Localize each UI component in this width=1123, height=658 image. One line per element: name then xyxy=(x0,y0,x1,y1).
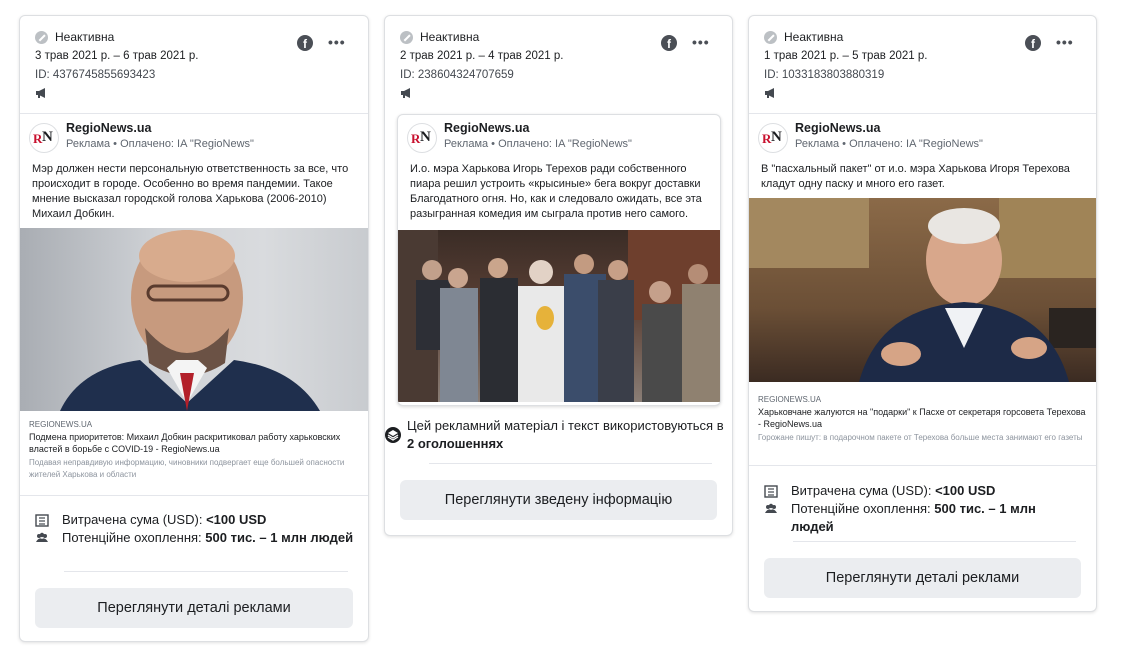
ad-id: ID: 238604324707659 xyxy=(400,69,514,81)
link-preview[interactable]: REGIONEWS.UA Подмена приоритетов: Михаил… xyxy=(20,420,368,481)
view-ad-details-button[interactable]: Переглянути деталі реклами xyxy=(764,558,1081,598)
ad-creative: RN RegioNews.ua Реклама • Оплачено: IA "… xyxy=(397,114,721,406)
page-name[interactable]: RegioNews.ua xyxy=(795,121,880,135)
ad-creative: RN RegioNews.ua Реклама • Оплачено: IA "… xyxy=(20,115,368,495)
reach-label: Потенційне охоплення: xyxy=(62,530,206,545)
layers-icon xyxy=(385,427,401,443)
ad-card-1: Неактивна 3 трав 2021 р. – 6 трав 2021 р… xyxy=(19,15,369,642)
link-title: Харьковчане жалуются на "подарки" к Пасх… xyxy=(758,407,1086,429)
ad-id: ID: 4376745855693423 xyxy=(35,69,156,81)
link-preview[interactable]: REGIONEWS.UA Харьковчане жалуются на "по… xyxy=(749,395,1096,444)
link-domain: REGIONEWS.UA xyxy=(758,395,822,404)
money-icon xyxy=(764,485,778,498)
megaphone-icon xyxy=(35,86,353,100)
more-icon[interactable]: ••• xyxy=(692,34,710,50)
spend-label: Витрачена сума (USD): xyxy=(62,512,207,527)
status-label: Неактивна xyxy=(420,30,480,44)
inactive-icon xyxy=(764,30,777,44)
page-name[interactable]: RegioNews.ua xyxy=(66,121,151,135)
ad-image[interactable] xyxy=(749,198,1096,382)
status-label: Неактивна xyxy=(55,30,115,44)
page-avatar[interactable]: RN xyxy=(407,123,437,153)
link-title: Подмена приоритетов: Михаил Добкин раскр… xyxy=(29,432,341,454)
reach-label: Потенційне охоплення: xyxy=(791,501,935,516)
reuse-text: Цей рекламний матеріал і текст використо… xyxy=(407,418,724,433)
spend-label: Витрачена сума (USD): xyxy=(791,483,936,498)
ad-body-text: В "пасхальный пакет" от и.о. мэра Харько… xyxy=(761,163,1070,190)
ad-card-2: Неактивна 2 трав 2021 р. – 4 трав 2021 р… xyxy=(384,15,733,536)
sponsored-label: Реклама • Оплачено: IA "RegioNews" xyxy=(444,138,632,150)
ad-body-text: И.о. мэра Харькова Игорь Терехов ради со… xyxy=(410,163,702,220)
sponsored-label: Реклама • Оплачено: IA "RegioNews" xyxy=(795,138,983,150)
spend-value: <100 USD xyxy=(935,483,996,498)
link-description: Подавая неправдивую информацию, чиновник… xyxy=(29,458,345,479)
page-name[interactable]: RegioNews.ua xyxy=(444,121,529,135)
ad-stats: Витрачена сума (USD): <100 USD Потенційн… xyxy=(763,482,1082,536)
megaphone-icon xyxy=(764,86,1081,100)
view-ad-details-button[interactable]: Переглянути деталі реклами xyxy=(35,588,353,628)
ad-image[interactable] xyxy=(20,228,368,411)
people-icon xyxy=(765,503,777,513)
spend-value: <100 USD xyxy=(206,512,267,527)
facebook-icon: f xyxy=(1025,35,1041,51)
divider xyxy=(793,541,1076,542)
ad-image[interactable] xyxy=(398,230,720,402)
ad-stats: Витрачена сума (USD): <100 USD Потенційн… xyxy=(34,511,354,547)
money-icon xyxy=(35,514,49,527)
status-label: Неактивна xyxy=(784,30,844,44)
inactive-icon xyxy=(35,30,48,44)
reuse-count: 2 оголошеннях xyxy=(407,436,504,451)
page-avatar[interactable]: RN xyxy=(758,123,788,153)
divider xyxy=(64,571,348,572)
sponsored-label: Реклама • Оплачено: IA "RegioNews" xyxy=(66,138,254,150)
megaphone-icon xyxy=(400,86,717,100)
divider xyxy=(749,465,1096,466)
ad-id: ID: 1033183803880319 xyxy=(764,69,885,81)
inactive-icon xyxy=(400,30,413,44)
link-description: Горожане пишут: в подарочном пакете от Т… xyxy=(758,433,1083,442)
page-avatar[interactable]: RN xyxy=(29,123,59,153)
reach-value: 500 тис. – 1 млн людей xyxy=(205,530,354,545)
link-domain: REGIONEWS.UA xyxy=(29,420,93,429)
ad-card-header: Неактивна 2 трав 2021 р. – 4 трав 2021 р… xyxy=(385,16,732,114)
facebook-icon: f xyxy=(661,35,677,51)
more-icon[interactable]: ••• xyxy=(328,34,346,50)
people-icon xyxy=(36,532,48,542)
divider xyxy=(429,463,712,464)
ad-body-text: Мэр должен нести персональную ответствен… xyxy=(32,163,349,220)
more-icon[interactable]: ••• xyxy=(1056,34,1074,50)
divider xyxy=(20,495,368,496)
ad-card-header: Неактивна 1 трав 2021 р. – 5 трав 2021 р… xyxy=(749,16,1096,114)
ad-creative: RN RegioNews.ua Реклама • Оплачено: IA "… xyxy=(749,115,1096,465)
facebook-icon: f xyxy=(297,35,313,51)
ad-card-3: Неактивна 1 трав 2021 р. – 5 трав 2021 р… xyxy=(748,15,1097,612)
reuse-note: Цей рекламний матеріал і текст використо… xyxy=(407,417,729,453)
ad-card-header: Неактивна 3 трав 2021 р. – 6 трав 2021 р… xyxy=(20,16,368,114)
view-summary-button[interactable]: Переглянути зведену інформацію xyxy=(400,480,717,520)
